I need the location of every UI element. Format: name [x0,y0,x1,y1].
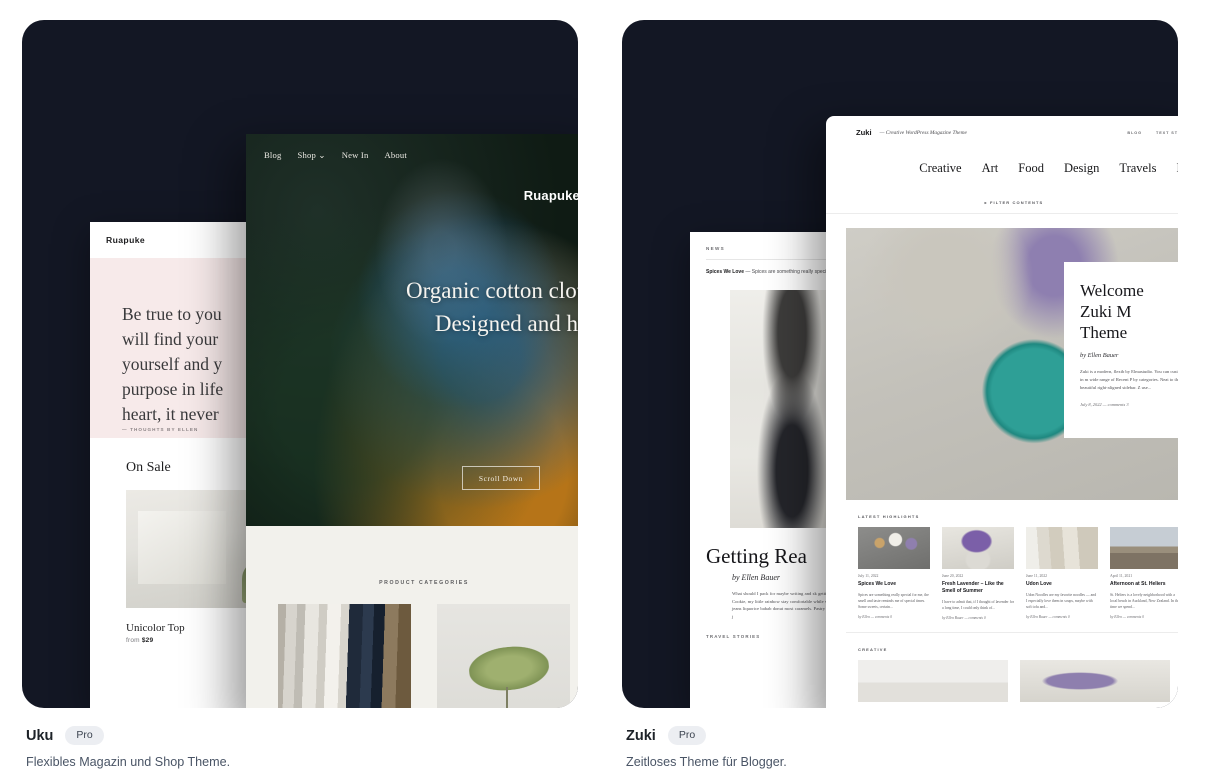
creative-thumbnail[interactable] [858,660,1008,702]
nav-item-art[interactable]: Art [982,161,999,176]
highlight-excerpt: Udon Noodles are my favorite noodles — a… [1026,593,1097,609]
highlight-item[interactable]: June 20, 2022 Fresh Lavender – Like the … [942,527,1014,620]
top-link-blog[interactable]: BLOG [1127,131,1142,135]
highlight-meta: by Ellen — comments 0 [858,615,892,619]
welcome-post-card[interactable]: Welcome Zuki M Theme by Ellen Bauer Zuki… [1064,262,1178,438]
highlight-meta: by Ellen Bauer — comments 0 [1026,615,1070,619]
status-badge: Pro [65,726,104,745]
scroll-down-button[interactable]: Scroll Down [462,466,540,490]
highlight-thumbnail[interactable] [942,527,1014,569]
uku-hero-headline: Organic cotton clothing, selected gift i… [405,278,578,336]
welcome-body: Zuki is a modern, flexib by Elmastudio. … [1080,369,1178,390]
highlight-meta: by Ellen — comments 0 [1110,615,1144,619]
creative-section-label: CREATIVE [858,647,888,652]
zuki-main-nav[interactable]: Creative Art Food Design Travels Natu [826,137,1178,176]
highlight-title[interactable]: Afternoon at St. Heliers [1110,581,1178,588]
section-divider [846,632,1178,633]
lede-title[interactable]: Spices We Love [706,269,744,275]
nav-item-blog[interactable]: Blog [264,150,282,161]
highlight-item[interactable]: June 11, 2022 Udon Love Udon Noodles are… [1026,527,1098,620]
highlight-thumbnail[interactable] [858,527,930,569]
highlight-date: April 11, 2021 [1110,574,1133,578]
highlight-item[interactable]: April 11, 2021 Afternoon at St. Heliers … [1110,527,1178,620]
nav-item-food[interactable]: Food [1018,161,1044,176]
uku-hero-logo: Ruapuke [523,188,578,203]
status-badge: Pro [667,726,707,745]
category-thumb-plant[interactable] [437,604,570,708]
theme-card-uku[interactable]: Ruapuke Be true to you will find your yo… [22,20,578,769]
nav-item-travels[interactable]: Travels [1119,161,1156,176]
nav-item-nature[interactable]: Natu [1176,161,1178,176]
welcome-title-line: Zuki M [1080,302,1132,321]
highlight-excerpt: St. Heliers is a lovely neighborhood wit… [1110,593,1178,609]
latest-highlights-label: LATEST HIGHLIGHTS [858,514,920,519]
creative-grid [826,660,1178,702]
zuki-front-panel: Zuki — Creative WordPress Magazine Theme… [826,116,1178,708]
welcome-title: Welcome Zuki M Theme [1080,280,1178,343]
highlights-grid: July 11, 2022 Spices We Love Spices are … [826,527,1178,620]
theme-preview-uku[interactable]: Ruapuke Be true to you will find your yo… [22,20,578,708]
welcome-title-line: Theme [1080,323,1128,342]
theme-card-zuki[interactable]: NEWS Spices We Love — Spices are somethi… [622,20,1178,769]
zuki-top-links[interactable]: BLOG TEXT STYLE [1127,131,1178,135]
category-thumb-clothing[interactable] [278,604,411,708]
quote-byline: — THOUGHTS BY ELLEN [122,427,199,432]
zuki-tagline: — Creative WordPress Magazine Theme [879,129,967,136]
highlight-excerpt: I have to admit that, if I thought of la… [942,600,1015,610]
theme-title: Uku [26,727,54,744]
price-prefix: from [126,637,140,644]
uku-front-panel: Blog Shop ⌄ New In About Ruapuke Organic… [246,134,578,708]
zuki-caption: Zuki Pro Zeitloses Theme für Blogger. [622,708,1178,769]
uku-brand-logo: Ruapuke [106,235,146,245]
nav-item-creative[interactable]: Creative [919,161,961,176]
highlight-date: June 20, 2022 [942,574,964,578]
zuki-caption-row: Zuki Pro [626,726,1174,745]
highlight-title[interactable]: Spices We Love [858,581,930,588]
highlight-meta: by Ellen Bauer — comments 0 [942,616,986,620]
theme-description: Flexibles Magazin und Shop Theme. [26,755,231,769]
nav-item-new-in[interactable]: New In [342,150,369,161]
zuki-top-bar: Zuki — Creative WordPress Magazine Theme… [826,116,1178,137]
creative-thumbnail[interactable] [1020,660,1170,702]
welcome-meta: July 8, 2022 — comments 3 [1080,402,1129,407]
nav-item-design[interactable]: Design [1064,161,1099,176]
uku-hero-nav[interactable]: Blog Shop ⌄ New In About [246,134,578,161]
nav-item-about[interactable]: About [384,150,406,161]
highlight-date: June 11, 2022 [1026,574,1048,578]
highlight-title[interactable]: Udon Love [1026,581,1098,588]
uku-hero: Blog Shop ⌄ New In About Ruapuke Organic… [246,134,578,526]
theme-gallery: Ruapuke Be true to you will find your yo… [0,0,1222,769]
theme-preview-zuki[interactable]: NEWS Spices We Love — Spices are somethi… [622,20,1178,708]
price-value: $29 [141,637,154,644]
product-categories-label: PRODUCT CATEGORIES [379,580,469,586]
uku-caption: Uku Pro Flexibles Magazin und Shop Theme… [22,708,578,769]
welcome-author: by Ellen Bauer [1080,352,1119,359]
highlight-thumbnail[interactable] [1110,527,1178,569]
highlight-item[interactable]: July 11, 2022 Spices We Love Spices are … [858,527,930,620]
nav-item-shop[interactable]: Shop ⌄ [298,150,326,161]
highlight-thumbnail[interactable] [1026,527,1098,569]
uku-caption-row: Uku Pro [26,726,574,745]
welcome-title-line: Welcome [1080,281,1144,300]
top-link-text-style[interactable]: TEXT STYLE [1156,131,1178,135]
highlight-date: July 11, 2022 [858,574,879,578]
theme-title: Zuki [626,727,656,744]
highlight-excerpt: Spices are something really special for … [858,593,929,609]
highlight-title[interactable]: Fresh Lavender – Like the Smell of Summe… [942,581,1014,595]
zuki-logo[interactable]: Zuki [856,128,872,137]
theme-description: Zeitloses Theme für Blogger. [626,755,787,769]
filter-contents-toggle[interactable]: FILTER CONTENTS [826,176,1178,214]
product-categories-grid [246,604,578,708]
